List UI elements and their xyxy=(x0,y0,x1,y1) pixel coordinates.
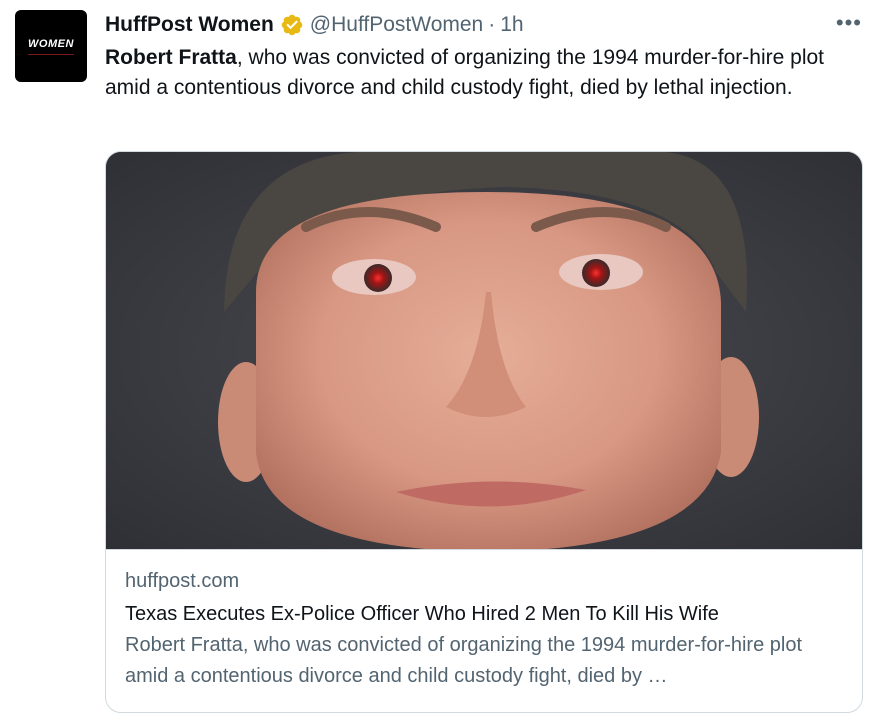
card-title[interactable]: Texas Executes Ex-Police Officer Who Hir… xyxy=(125,601,845,627)
avatar[interactable]: WOMEN xyxy=(15,10,87,82)
avatar-logo-text: WOMEN xyxy=(28,37,74,50)
tweet-header: HuffPost Women @HuffPostWomen · 1h ••• xyxy=(105,11,862,39)
card-domain: huffpost.com xyxy=(125,570,240,592)
avatar-logo-underline xyxy=(28,53,74,55)
tweet-timestamp[interactable]: 1h xyxy=(500,13,523,37)
verified-badge-icon xyxy=(281,14,303,36)
author-handle[interactable]: @HuffPostWomen xyxy=(310,13,483,37)
portrait-illustration xyxy=(106,152,862,549)
author-name[interactable]: HuffPost Women xyxy=(105,13,274,37)
separator-dot: · xyxy=(488,13,496,36)
card-body: huffpost.com Texas Executes Ex-Police Of… xyxy=(106,549,862,712)
link-card[interactable]: huffpost.com Texas Executes Ex-Police Of… xyxy=(105,151,863,713)
tweet-text-bold: Robert Fratta xyxy=(105,46,237,69)
tweet-text: Robert Fratta, who was convicted of orga… xyxy=(105,43,860,103)
more-horizontal-icon[interactable]: ••• xyxy=(836,12,862,34)
card-description: Robert Fratta, who was convicted of orga… xyxy=(125,634,803,687)
card-image[interactable] xyxy=(106,152,862,549)
